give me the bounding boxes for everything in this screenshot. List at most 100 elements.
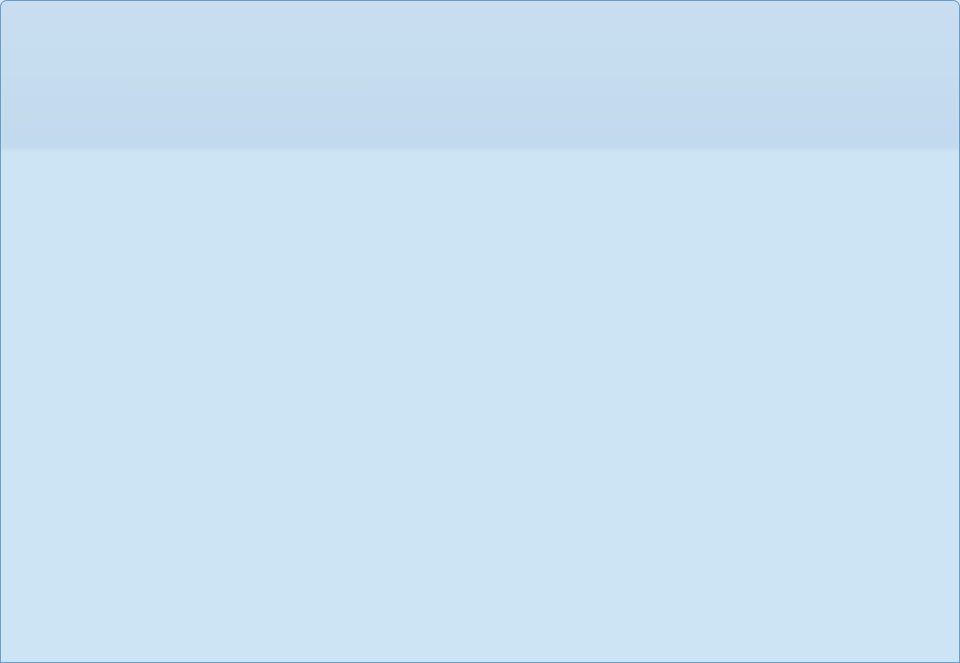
scrollbar-grip-icon (149, 311, 156, 319)
sidebar-item-downloads[interactable]: 下载 (4, 124, 145, 146)
gear-small-icon (247, 147, 269, 169)
sidebar-item-label: 收藏夹 (35, 106, 72, 121)
sidebar-item-computer[interactable]: 计算机 (4, 354, 145, 376)
document-icon (27, 296, 43, 313)
file-list-pane[interactable]: PBXerces90.dll (160, 95, 956, 599)
scroll-up-button[interactable] (144, 95, 159, 112)
chevron-down-icon (147, 589, 156, 594)
libraries-group: 库 Subversion 视频 图片 文档 ♪ 音乐 (4, 206, 145, 338)
sidebar-item-label: 娱乐 (H:) (49, 490, 97, 505)
sidebar-item-drive-h[interactable]: 娱乐 (H:) (4, 486, 145, 508)
forward-button[interactable]: ▶ (38, 31, 64, 57)
music-icon: ♪ (31, 319, 39, 335)
navigation-tree: ★ 收藏夹 下载 桌面 最近访问的位置 库 Subversion 视频 图片 文… (4, 95, 145, 570)
sidebar-item-drive-d[interactable]: 本地磁盘 (D:) (4, 398, 145, 420)
window-bottom-edge (0, 655, 960, 663)
sidebar-item-label: 桌面 (49, 150, 74, 165)
include-in-library-button[interactable]: 包含到库中 (69, 68, 162, 92)
maximize-button[interactable] (879, 3, 908, 23)
sidebar-item-libraries[interactable]: 库 (4, 206, 145, 228)
scroll-down-button[interactable] (144, 583, 159, 600)
sidebar-item-label: 下载 (49, 128, 74, 143)
chevron-down-icon (205, 77, 214, 83)
sidebar-item-documents[interactable]: 文档 (4, 294, 145, 316)
subversion-icon (27, 230, 43, 247)
maximize-icon (888, 8, 899, 18)
file-name-label: PBXerces90.dll (203, 196, 287, 210)
drive-icon (27, 400, 43, 417)
back-button[interactable]: ◀ (9, 31, 35, 57)
page-fold-icon (259, 105, 277, 123)
sidebar-item-label: 音乐 (49, 320, 74, 335)
help-button[interactable]: ? (916, 68, 946, 92)
network-group: 网络 (4, 546, 145, 568)
chevron-down-icon (47, 77, 56, 83)
picture-icon (27, 274, 43, 291)
sidebar-scrollbar[interactable] (143, 95, 159, 600)
help-icon: ? (921, 70, 941, 90)
sidebar-item-desktop[interactable]: 桌面 (4, 146, 145, 168)
sidebar-item-drive-g[interactable]: 文档 (G:) (4, 464, 145, 486)
video-icon (27, 252, 43, 269)
close-button[interactable]: ✕ (907, 3, 952, 23)
share-with-button[interactable]: 共享 (166, 68, 223, 92)
sidebar-item-label: 图片 (49, 276, 74, 291)
preview-pane-button[interactable] (886, 68, 916, 92)
change-view-button[interactable] (826, 68, 856, 92)
explorer-window: ✕ ◀ ▶ ▸ 计算机 ▸ 软件 (F:) ▸ 系统之家 ▸ (0, 0, 960, 663)
minimize-button[interactable] (851, 3, 880, 23)
sidebar-item-label: 计算机 (35, 358, 72, 373)
chevron-down-icon (867, 77, 875, 83)
sidebar-item-label: CD 驱动器 (Z:) (49, 512, 128, 527)
star-icon: ★ (13, 104, 27, 121)
sidebar-item-subversion[interactable]: Subversion (4, 228, 145, 250)
sidebar-item-label: 文档 (G:) (49, 468, 97, 483)
library-icon (13, 208, 29, 225)
sidebar-item-drive-f[interactable]: 软件 (F:) (4, 442, 139, 464)
sidebar-item-label: 软件 (F:) (49, 446, 95, 461)
sidebar-item-label: 网络 (35, 550, 60, 565)
sidebar-item-label: 最近访问的位置 (49, 172, 134, 187)
new-folder-button[interactable]: 新建文件夹 (227, 68, 307, 92)
sidebar-item-network[interactable]: 网络 (4, 546, 145, 568)
sidebar-item-label: 库 (35, 210, 48, 225)
sidebar-item-drive-c[interactable]: 系统 (C:) (4, 376, 145, 398)
sidebar-item-favorites[interactable]: ★ 收藏夹 (4, 102, 145, 124)
sidebar-item-drive-z[interactable]: CD 驱动器 (Z:) (4, 508, 145, 530)
view-icon (832, 73, 850, 87)
toolbar-right-group: ? (826, 68, 956, 92)
close-icon: ✕ (923, 5, 936, 21)
system-drive-icon (27, 378, 43, 395)
chevron-down-icon (144, 77, 153, 83)
sidebar-item-recent-places[interactable]: 最近访问的位置 (4, 168, 145, 190)
sidebar-item-pictures[interactable]: 图片 (4, 272, 145, 294)
list-item[interactable]: PBXerces90.dll (190, 105, 300, 211)
sidebar-item-label: 系统 (C:) (49, 380, 97, 395)
scrollbar-thumb[interactable] (145, 115, 158, 515)
content-area: ★ 收藏夹 下载 桌面 最近访问的位置 库 Subversion 视频 图片 文… (4, 95, 956, 600)
recent-pages-dropdown-icon[interactable] (69, 41, 79, 46)
drive-icon (27, 466, 43, 483)
sidebar-item-videos[interactable]: 视频 (4, 250, 145, 272)
pane-icon (893, 72, 909, 88)
computer-group: 计算机 系统 (C:) 本地磁盘 (D:) 软件 (E:) 软件 (F:) 文档… (4, 354, 145, 530)
command-toolbar: 组织 包含到库中 共享 新建文件夹 ? (4, 65, 956, 95)
new-folder-label: 新建文件夹 (237, 73, 298, 88)
favorites-group: ★ 收藏夹 下载 桌面 最近访问的位置 (4, 102, 145, 190)
organize-label: 组织 (18, 73, 43, 88)
drive-icon (27, 488, 43, 505)
navigation-pane: ★ 收藏夹 下载 桌面 最近访问的位置 库 Subversion 视频 图片 文… (4, 95, 160, 600)
folder-icon (21, 607, 67, 650)
sidebar-item-music[interactable]: ♪ 音乐 (4, 316, 145, 338)
sidebar-item-drive-e[interactable]: 软件 (E:) (4, 420, 145, 442)
organize-button[interactable]: 组织 (8, 68, 65, 92)
back-arrow-icon: ◀ (16, 36, 28, 52)
change-view-dropdown-button[interactable] (856, 68, 886, 92)
chevron-up-icon (147, 101, 156, 106)
status-bar: 1 个对象 (4, 600, 956, 655)
include-in-library-label: 包含到库中 (79, 73, 140, 88)
sidebar-item-label: 本地磁盘 (D:) (49, 402, 121, 417)
